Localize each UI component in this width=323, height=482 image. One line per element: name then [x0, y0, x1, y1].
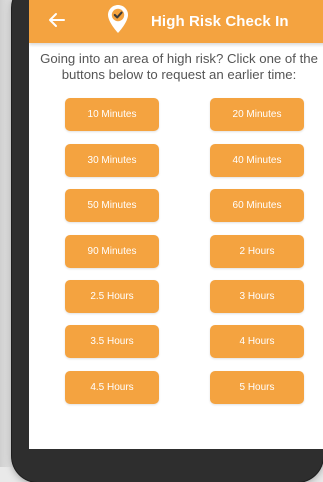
time-button-20-minutes[interactable]: 20 Minutes	[210, 98, 304, 131]
time-button-90-minutes[interactable]: 90 Minutes	[65, 235, 159, 268]
time-button-10-minutes[interactable]: 10 Minutes	[65, 98, 159, 131]
time-button-50-minutes[interactable]: 50 Minutes	[65, 189, 159, 222]
app-screen: High Risk Check In Going into an area of…	[29, 0, 323, 449]
phone-frame: High Risk Check In Going into an area of…	[12, 0, 323, 482]
time-button-4-5-hours[interactable]: 4.5 Hours	[65, 371, 159, 404]
page-title: High Risk Check In	[151, 13, 289, 30]
time-button-5-hours[interactable]: 5 Hours	[210, 371, 304, 404]
time-button-60-minutes[interactable]: 60 Minutes	[210, 189, 304, 222]
time-button-4-hours[interactable]: 4 Hours	[210, 325, 304, 358]
time-button-40-minutes[interactable]: 40 Minutes	[210, 144, 304, 177]
location-pin-check-icon	[107, 4, 129, 34]
instructions-line-2: buttons below to request an earlier time…	[61, 66, 297, 82]
time-button-3-hours[interactable]: 3 Hours	[210, 280, 304, 313]
app-bar: High Risk Check In	[29, 0, 323, 43]
instructions-text: Going into an area of high risk? Click o…	[29, 51, 323, 82]
time-button-2-5-hours[interactable]: 2.5 Hours	[65, 280, 159, 313]
time-button-30-minutes[interactable]: 30 Minutes	[65, 144, 159, 177]
time-button-3-5-hours[interactable]: 3.5 Hours	[65, 325, 159, 358]
instructions-line-1: Going into an area of high risk? Click o…	[40, 51, 318, 66]
time-button-2-hours[interactable]: 2 Hours	[210, 235, 304, 268]
arrow-left-icon[interactable]	[47, 10, 67, 30]
